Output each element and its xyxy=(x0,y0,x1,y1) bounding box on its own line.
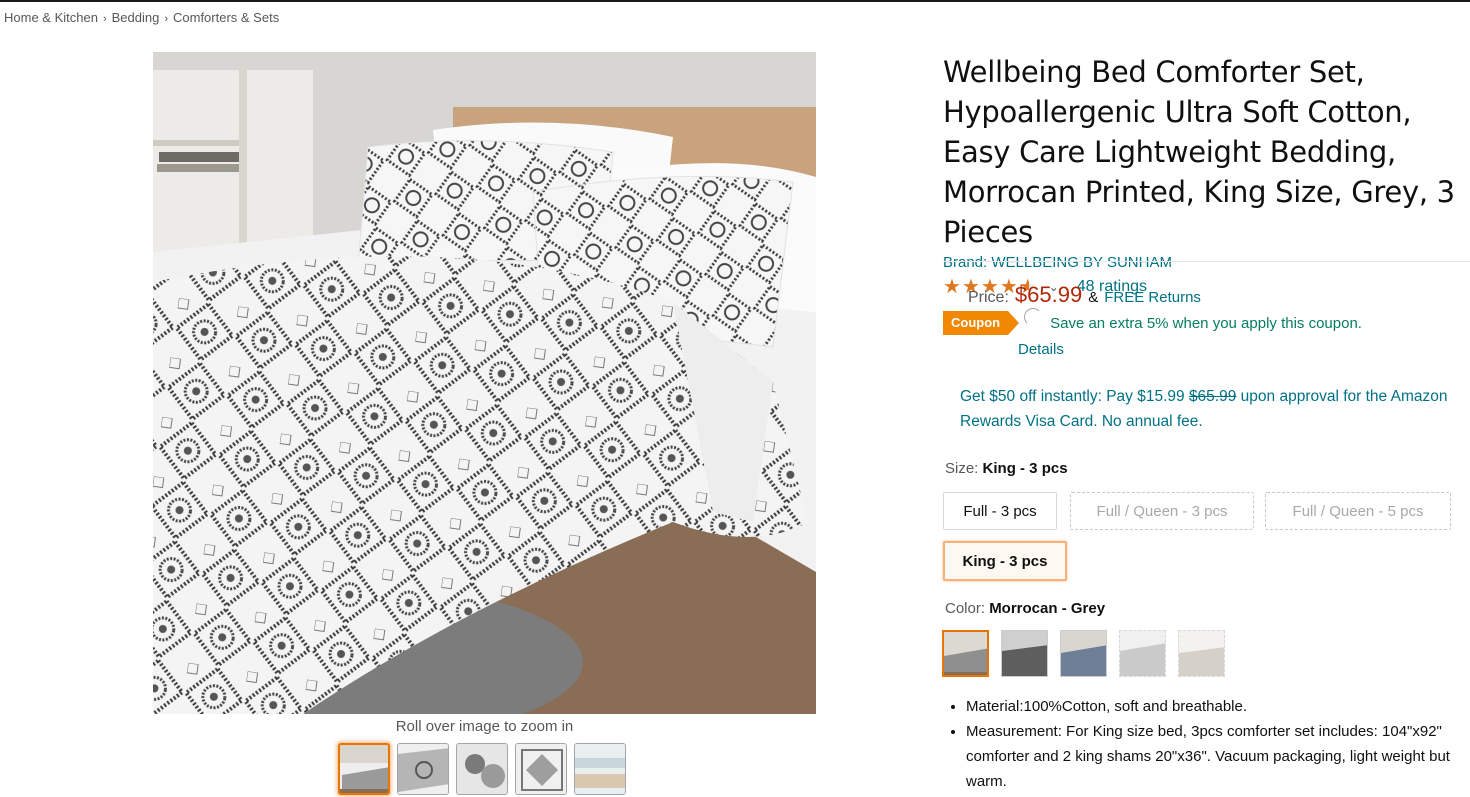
zoom-hint: Roll over image to zoom in xyxy=(395,718,574,735)
thumbnail-1[interactable] xyxy=(338,743,390,795)
size-selected-value: King - 3 pcs xyxy=(982,460,1068,477)
size-label: Size: King - 3 pcs xyxy=(945,460,1068,477)
price-amp: & xyxy=(1088,289,1099,306)
thumbnail-3[interactable] xyxy=(456,743,508,795)
swatch-image-icon xyxy=(1120,631,1165,676)
size-option-full-3[interactable]: Full - 3 pcs xyxy=(943,492,1057,530)
thumbnail-image-icon xyxy=(398,744,448,794)
color-label-text: Color: xyxy=(945,600,986,617)
color-swatch-morrocan-grey[interactable] xyxy=(942,630,989,677)
feature-bullet: Measurement: For King size bed, 3pcs com… xyxy=(966,719,1470,794)
thumbnail-image-icon xyxy=(340,745,388,793)
product-title: Wellbeing Bed Comforter Set, Hypoallerge… xyxy=(943,55,1455,249)
visa-offer-prefix: Get $50 off instantly: Pay $15.99 xyxy=(960,388,1185,405)
visa-offer-strike-price: $65.99 xyxy=(1188,388,1237,405)
size-option-king-3[interactable]: King - 3 pcs xyxy=(943,541,1067,581)
price-row: Price: $65.99 & FREE Returns xyxy=(968,282,1201,308)
thumbnail-strip xyxy=(338,743,626,795)
divider xyxy=(943,261,1470,262)
coupon-checkbox[interactable] xyxy=(1024,308,1043,326)
color-swatch-4[interactable] xyxy=(1119,630,1166,677)
breadcrumb-separator-icon: › xyxy=(164,13,168,25)
thumbnail-image-icon xyxy=(575,744,625,794)
breadcrumb-separator-icon: › xyxy=(102,13,107,25)
brand-link[interactable]: Brand: WELLBEING BY SUNHAM xyxy=(943,254,1468,271)
swatch-image-icon xyxy=(944,632,987,675)
breadcrumb: Home & Kitchen › Bedding › Comforters & Sets xyxy=(4,10,279,25)
color-label: Color: Morrocan - Grey xyxy=(945,600,1105,617)
bed-photo-illustration xyxy=(153,52,816,714)
visa-offer-link[interactable]: Get $50 off instantly: Pay $15.99 $65.99… xyxy=(960,384,1465,434)
color-swatches xyxy=(942,630,1225,677)
size-option-full-queen-5[interactable]: Full / Queen - 5 pcs xyxy=(1265,492,1451,530)
size-option-full-queen-3[interactable]: Full / Queen - 3 pcs xyxy=(1070,492,1254,530)
thumbnail-2[interactable] xyxy=(397,743,449,795)
coupon-row: Coupon Save an extra 5% when you apply t… xyxy=(943,308,1362,335)
thumbnail-image-icon xyxy=(457,744,507,794)
feature-bullet: Material:100%Cotton, soft and breathable… xyxy=(966,694,1470,719)
coupon-badge: Coupon xyxy=(943,311,1020,335)
coupon-text[interactable]: Save an extra 5% when you apply this cou… xyxy=(1050,315,1362,332)
color-swatch-5[interactable] xyxy=(1178,630,1225,677)
color-swatch-3[interactable] xyxy=(1060,630,1107,677)
thumbnail-5[interactable] xyxy=(574,743,626,795)
breadcrumb-home-kitchen[interactable]: Home & Kitchen xyxy=(4,10,98,25)
main-product-image[interactable] xyxy=(153,52,816,714)
price-label: Price: xyxy=(968,289,1009,306)
coupon-details-link[interactable]: Details xyxy=(1018,341,1064,358)
breadcrumb-comforters-sets[interactable]: Comforters & Sets xyxy=(173,10,279,25)
swatch-image-icon xyxy=(1002,631,1047,676)
star-full-icon: ★ xyxy=(943,276,961,298)
thumbnail-4[interactable] xyxy=(515,743,567,795)
feature-bullets: Material:100%Cotton, soft and breathable… xyxy=(948,694,1470,794)
color-swatch-2[interactable] xyxy=(1001,630,1048,677)
size-label-text: Size: xyxy=(945,460,979,477)
swatch-image-icon xyxy=(1061,631,1106,676)
thumbnail-image-icon xyxy=(516,744,566,794)
color-selected-value: Morrocan - Grey xyxy=(989,600,1106,617)
free-returns-link[interactable]: FREE Returns xyxy=(1104,289,1201,306)
swatch-image-icon xyxy=(1179,631,1224,676)
price-value: $65.99 xyxy=(1014,282,1083,307)
breadcrumb-bedding[interactable]: Bedding xyxy=(112,10,160,25)
